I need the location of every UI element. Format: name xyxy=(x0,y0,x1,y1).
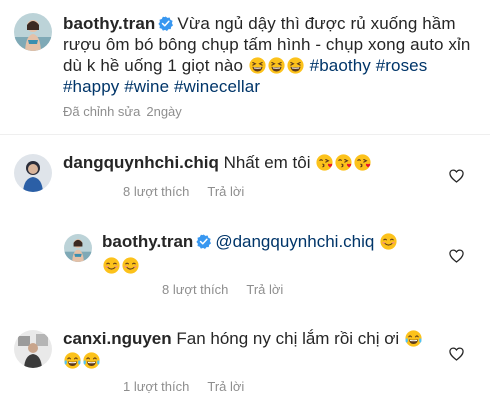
avatar[interactable] xyxy=(14,13,52,51)
caption-text: baothy.tran Vừa ngủ dậy thì được rủ xuống… xyxy=(63,13,481,97)
face-blowing-kiss-icon xyxy=(335,154,352,171)
comment-meta: 1 lượt thích Trả lời xyxy=(123,379,262,394)
face-blowing-kiss-icon xyxy=(354,154,371,171)
caption-line-1: Vừa ngủ dậy thì được rủ xuống hầm xyxy=(177,14,456,33)
mention-link[interactable]: @dangquynhchi.chiq xyxy=(215,232,374,251)
smiling-face-icon xyxy=(103,257,120,274)
reply-row: baothy.tran @dangquynhchi.chiq 8 lượt thí… xyxy=(0,220,490,302)
reply-button[interactable]: Trả lời xyxy=(207,184,244,199)
heart-outline-icon[interactable] xyxy=(449,169,464,183)
face-with-tears-of-joy-icon xyxy=(405,330,422,347)
face-blowing-kiss-icon xyxy=(316,154,333,171)
hashtag-link[interactable]: #happy xyxy=(63,77,119,96)
grinning-squinting-face-icon xyxy=(268,57,285,74)
like-count[interactable]: 1 lượt thích xyxy=(123,379,189,394)
reply-button[interactable]: Trả lời xyxy=(246,282,283,297)
smiling-face-icon xyxy=(380,233,397,250)
divider xyxy=(0,134,490,135)
comment-body: Fan hóng ny chị lắm rồi chị ơi xyxy=(176,329,400,348)
avatar[interactable] xyxy=(64,234,92,262)
post-time[interactable]: 2ngày xyxy=(146,104,181,119)
hashtag-link[interactable]: #winecellar xyxy=(174,77,260,96)
reply-button[interactable]: Trả lời xyxy=(207,379,244,394)
comment-body: Nhất em tôi xyxy=(223,153,311,172)
caption-meta: Đã chỉnh sửa 2ngày xyxy=(63,104,200,119)
comment-username[interactable]: canxi.nguyen xyxy=(63,329,172,348)
heart-outline-icon[interactable] xyxy=(449,347,464,361)
smiling-face-icon xyxy=(122,257,139,274)
reply-username[interactable]: baothy.tran xyxy=(102,232,193,251)
caption-line-2: rượu ôm bó bông chụp tấm hình - chụp xon… xyxy=(63,35,471,54)
verified-badge-icon xyxy=(196,234,211,249)
reply-text: baothy.tran @dangquynhchi.chiq xyxy=(102,230,432,278)
grinning-squinting-face-icon xyxy=(249,57,266,74)
like-count[interactable]: 8 lượt thích xyxy=(123,184,189,199)
reply-meta: 8 lượt thích Trả lời xyxy=(162,282,301,297)
comment-meta: 8 lượt thích Trả lời xyxy=(123,184,262,199)
edited-label: Đã chỉnh sửa xyxy=(63,104,141,119)
caption-username[interactable]: baothy.tran xyxy=(63,14,155,33)
caption-line-3: dù k hề uống 1 giọt nào xyxy=(63,56,244,75)
grinning-squinting-face-icon xyxy=(287,57,304,74)
hashtag-link[interactable]: #roses xyxy=(376,56,428,75)
comment-row: canxi.nguyen Fan hóng ny chị lắm rồi chị… xyxy=(0,318,490,408)
avatar[interactable] xyxy=(14,330,52,368)
hashtag-link[interactable]: #wine xyxy=(124,77,169,96)
comment-text: dangquynhchi.chiq Nhất em tôi xyxy=(63,152,372,174)
comment-text: canxi.nguyen Fan hóng ny chị lắm rồi chị… xyxy=(63,328,433,372)
avatar[interactable] xyxy=(14,154,52,192)
face-with-tears-of-joy-icon xyxy=(64,352,81,369)
heart-outline-icon[interactable] xyxy=(449,249,464,263)
hashtag-link[interactable]: #baothy xyxy=(310,56,371,75)
like-count[interactable]: 8 lượt thích xyxy=(162,282,228,297)
verified-badge-icon xyxy=(158,16,173,31)
comment-username[interactable]: dangquynhchi.chiq xyxy=(63,153,219,172)
comment-row: dangquynhchi.chiq Nhất em tôi 8 lượt thí… xyxy=(0,140,490,210)
face-with-tears-of-joy-icon xyxy=(83,352,100,369)
